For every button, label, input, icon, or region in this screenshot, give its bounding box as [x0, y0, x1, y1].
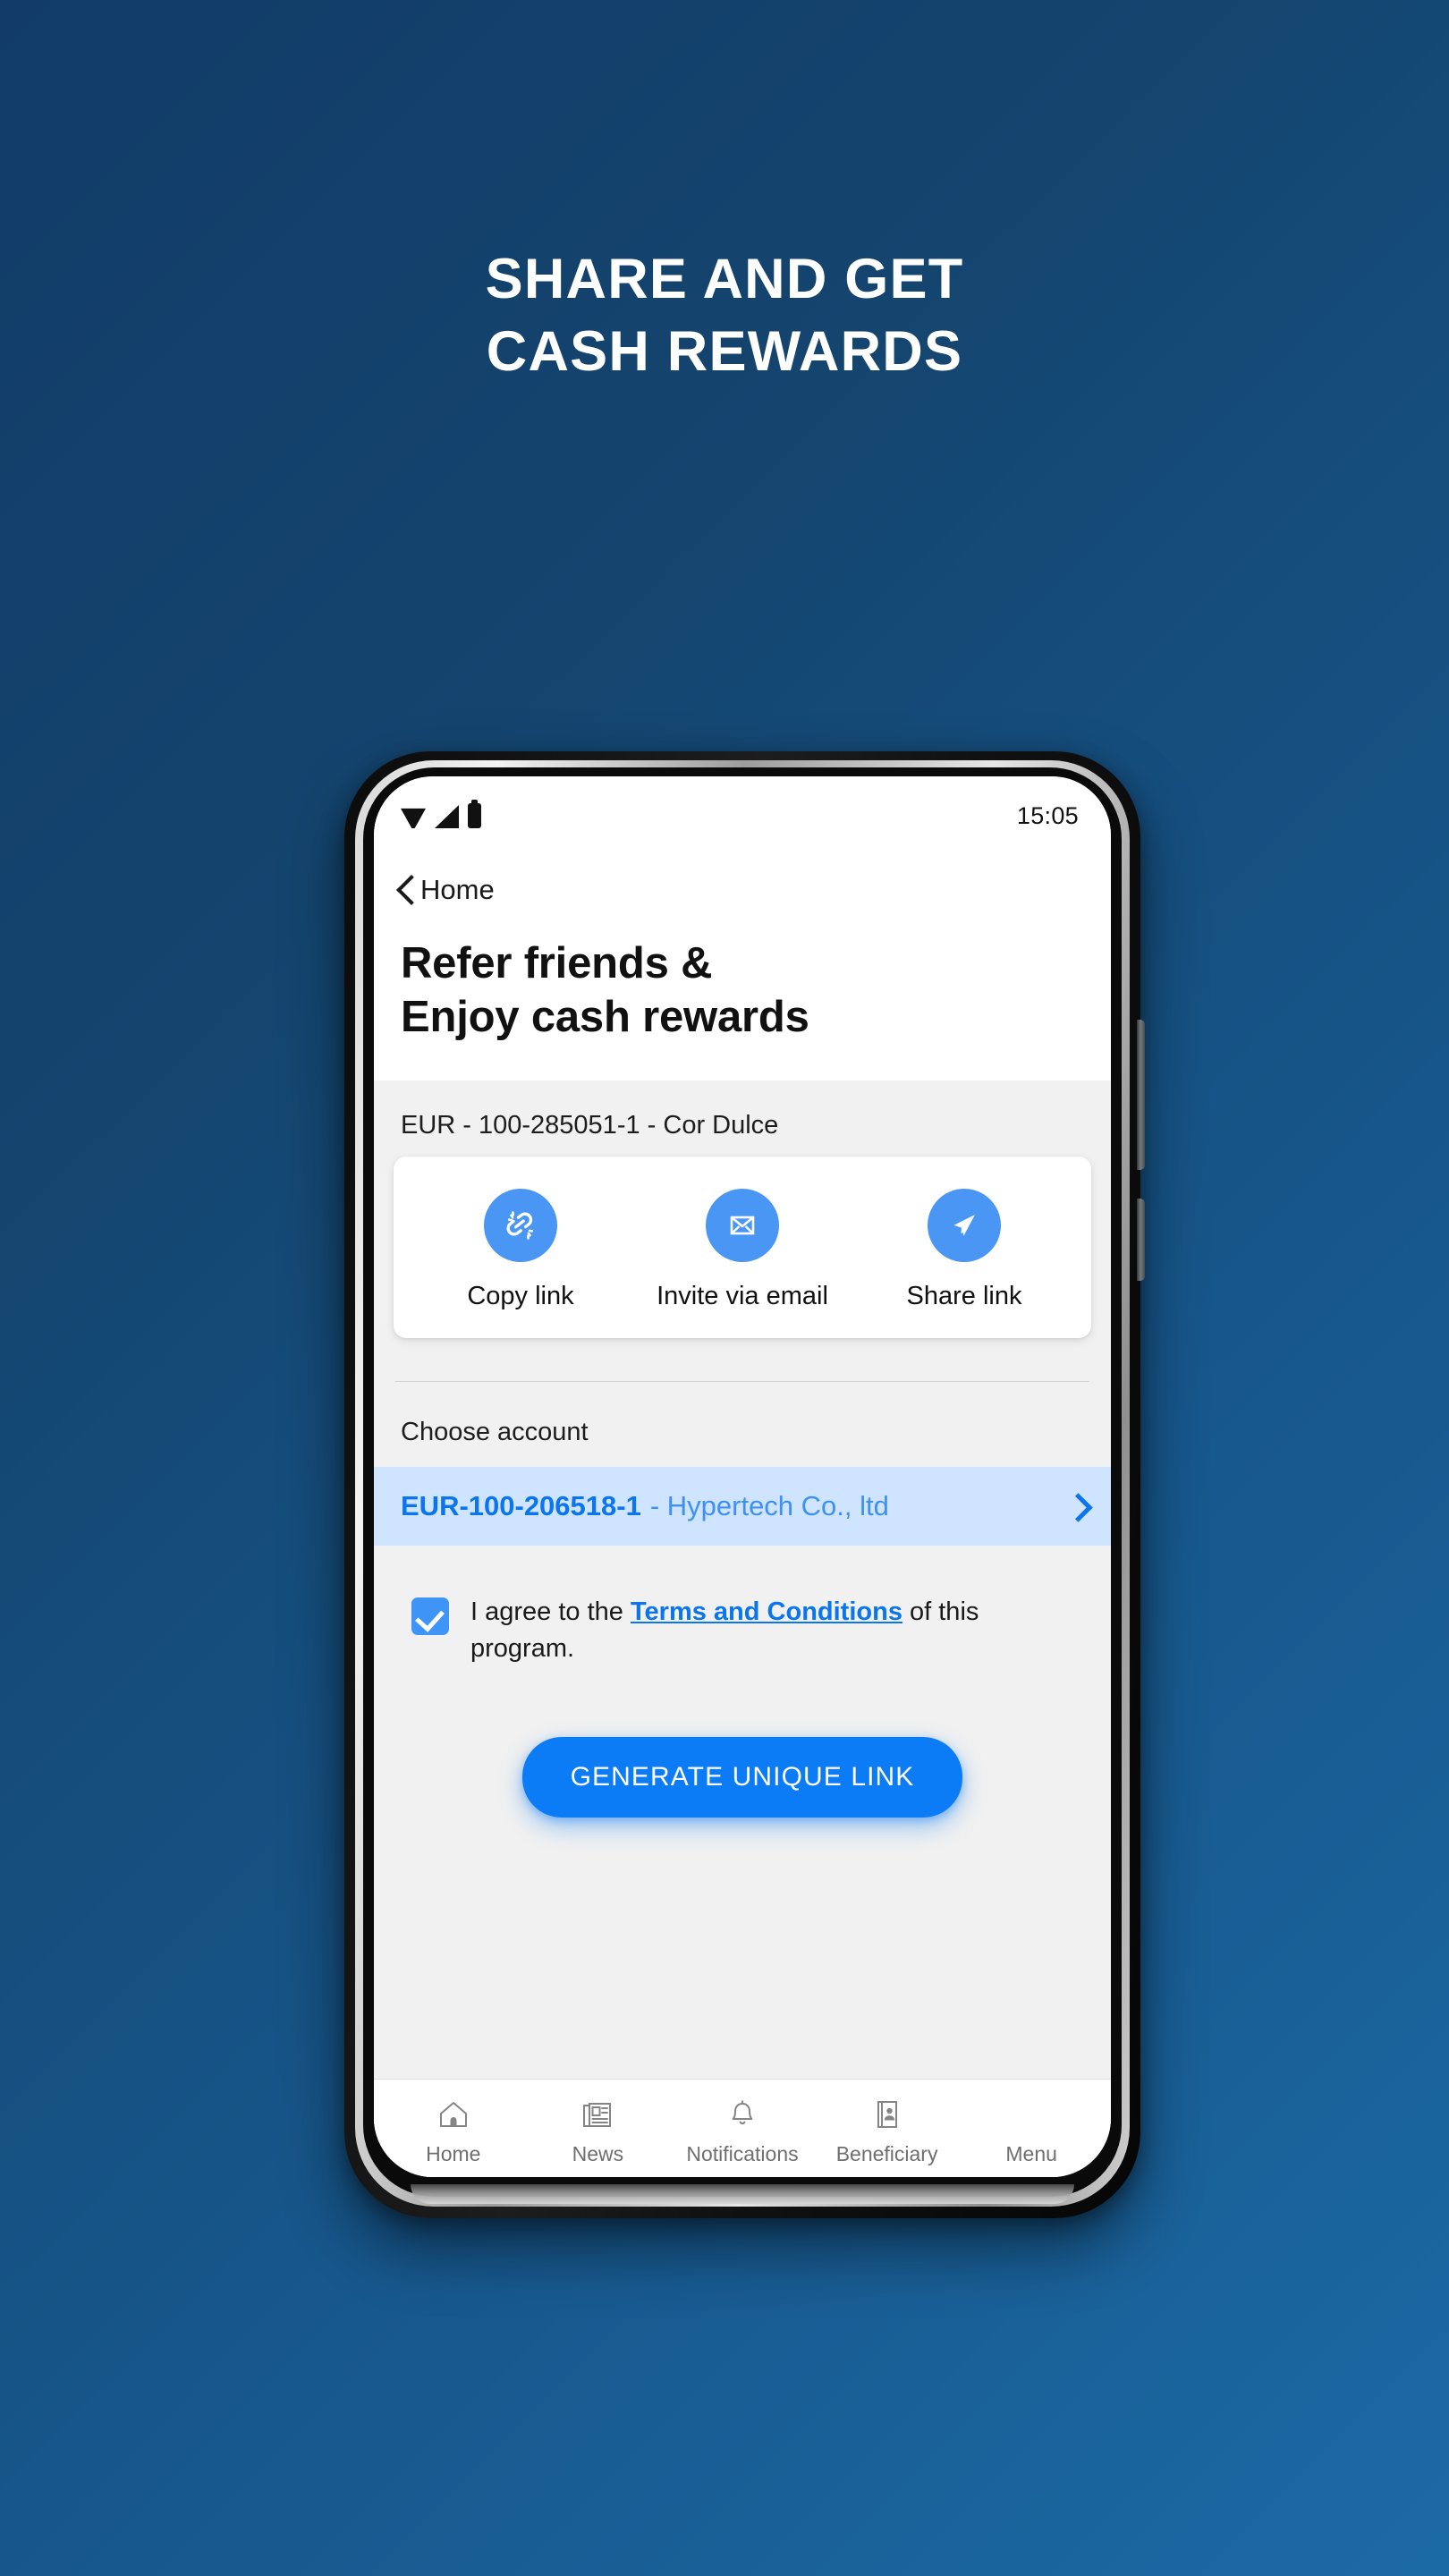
battery-icon [468, 800, 481, 828]
headline-line-2: CASH REWARDS [486, 319, 963, 383]
phone-mockup: 15:05 Home Refer friends & Enjoy cash re… [344, 751, 1145, 2218]
nav-label: Notifications [686, 2142, 799, 2165]
page-title: Refer friends & Enjoy cash rewards [374, 925, 1111, 1080]
paper-plane-icon [928, 1188, 1001, 1262]
envelope-icon [706, 1188, 779, 1262]
id-card-icon [870, 2096, 904, 2133]
signal-icon [435, 805, 459, 828]
current-account-label: EUR - 100-285051-1 - Cor Dulce [401, 1110, 779, 1140]
phone-screen: 15:05 Home Refer friends & Enjoy cash re… [374, 776, 1111, 2177]
share-action-share-link[interactable]: Share link [853, 1188, 1075, 1311]
nav-item-home[interactable]: Home [381, 2090, 526, 2166]
link-icon [484, 1188, 557, 1262]
nav-item-notifications[interactable]: Notifications [670, 2090, 815, 2166]
nav-label: Home [426, 2142, 481, 2165]
nav-item-beneficiary[interactable]: Beneficiary [815, 2090, 960, 2166]
share-actions-card: Copy link Invite via email Share link [394, 1156, 1091, 1338]
page-body: EUR - 100-285051-1 - Cor Dulce Copy link… [374, 1080, 1111, 2177]
phone-volume-button[interactable] [1137, 1020, 1145, 1170]
status-bar: 15:05 [374, 776, 1111, 855]
chevron-left-icon [395, 873, 415, 907]
page-title-line-2: Enjoy cash rewards [401, 992, 809, 1041]
phone-bottom-chin [411, 2184, 1074, 2204]
bottom-navigation-bar: Home News Notifications Beneficiary Menu [374, 2079, 1111, 2177]
share-action-copy-link[interactable]: Copy link [410, 1188, 631, 1311]
share-action-invite-email[interactable]: Invite via email [631, 1188, 853, 1311]
selected-account-name: - Hypertech Co., ltd [649, 1489, 889, 1521]
terms-agreement: I agree to the Terms and Conditions of t… [374, 1546, 1111, 1667]
share-action-label: Copy link [467, 1281, 574, 1310]
choose-account-label: Choose account [401, 1417, 589, 1446]
nav-label: News [572, 2142, 624, 2165]
share-action-label: Share link [906, 1281, 1022, 1310]
terms-text: I agree to the Terms and Conditions of t… [470, 1594, 1075, 1667]
nav-label: Menu [1005, 2142, 1057, 2165]
terms-checkbox[interactable] [411, 1597, 449, 1635]
selected-account-number: EUR-100-206518-1 [401, 1489, 641, 1521]
bell-icon [725, 2096, 759, 2133]
terms-text-before: I agree to the [470, 1597, 631, 1626]
news-icon [580, 2096, 614, 2133]
status-bar-clock: 15:05 [1016, 801, 1079, 829]
back-nav-button[interactable]: Home [374, 855, 1111, 925]
nav-label: Beneficiary [835, 2142, 938, 2165]
headline-line-1: SHARE AND GET [485, 248, 964, 310]
wifi-icon [401, 808, 426, 828]
share-action-label: Invite via email [657, 1281, 828, 1310]
generate-unique-link-button[interactable]: GENERATE UNIQUE LINK [521, 1736, 963, 1818]
nav-item-news[interactable]: News [526, 2090, 671, 2166]
cta-container: GENERATE UNIQUE LINK [374, 1667, 1111, 1818]
home-icon [436, 2096, 470, 2133]
chevron-right-icon [1068, 1493, 1088, 1520]
poster-headline: SHARE AND GET CASH REWARDS [0, 243, 1449, 387]
status-bar-icons [401, 800, 481, 828]
phone-power-button[interactable] [1137, 1199, 1145, 1281]
selected-account-row[interactable]: EUR-100-206518-1 - Hypertech Co., ltd [374, 1466, 1111, 1546]
nav-item-menu[interactable]: Menu [959, 2090, 1104, 2166]
page-title-line-1: Refer friends & [401, 939, 713, 987]
back-nav-label: Home [420, 874, 495, 905]
terms-and-conditions-link[interactable]: Terms and Conditions [631, 1597, 902, 1626]
